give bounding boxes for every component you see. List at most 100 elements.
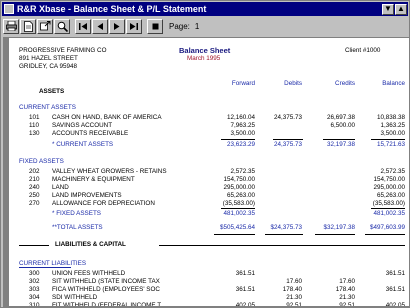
account-number: 240 xyxy=(29,184,40,191)
account-description: ACCOUNTS RECEIVABLE xyxy=(52,130,129,137)
total-balance: 481,002.35 xyxy=(373,210,405,217)
account-description: MACHINERY & EQUIPMENT xyxy=(52,176,135,183)
last-page-icon xyxy=(130,22,138,30)
amount-balance: 3,500.00 xyxy=(380,130,405,137)
page-label: Page: xyxy=(169,21,190,31)
report-page: PROGRESSIVE FARMING CO 891 HAZEL STREET … xyxy=(9,38,409,306)
account-number: 300 xyxy=(29,270,40,277)
first-page-button[interactable] xyxy=(75,18,91,34)
amount-debits: 178.40 xyxy=(282,286,302,293)
title-bar[interactable]: R&R Xbase - Balance Sheet & P/L Statemen… xyxy=(2,2,408,16)
amount-forward: 7,963.25 xyxy=(230,122,255,129)
total-label: * FIXED ASSETS xyxy=(52,210,101,217)
page-setup-button[interactable] xyxy=(20,18,36,34)
amount-debits: 17.60 xyxy=(286,278,302,285)
amount-credits: 92.51 xyxy=(339,302,355,306)
account-number: 304 xyxy=(29,294,40,301)
amount-credits: 26,697.38 xyxy=(326,114,355,121)
account-description: LAND IMPROVEMENTS xyxy=(52,192,122,199)
account-description: LAND xyxy=(52,184,69,191)
amount-balance: 10,838.38 xyxy=(376,114,405,121)
amount-balance: 295,000.00 xyxy=(373,184,405,191)
amount-balance: 1,363.25 xyxy=(380,122,405,129)
maximize-button[interactable]: ▲ xyxy=(395,3,407,15)
account-description: FIT WITHHELD (FEDERAL INCOME T xyxy=(52,302,162,306)
stop-icon xyxy=(152,23,158,29)
col-balance: Balance xyxy=(382,80,405,87)
magnifier-icon xyxy=(57,21,68,32)
account-description: ALLOWANCE FOR DEPRECIATION xyxy=(52,200,155,207)
total-balance: 15,721.63 xyxy=(376,141,405,148)
account-number: 250 xyxy=(29,192,40,199)
client-number: Client #1000 xyxy=(345,47,381,54)
company-name: PROGRESSIVE FARMING CO xyxy=(19,47,107,54)
report-viewport[interactable]: PROGRESSIVE FARMING CO 891 HAZEL STREET … xyxy=(3,37,409,307)
next-page-button[interactable] xyxy=(109,18,125,34)
account-description: UNION FEES WITHHELD xyxy=(52,270,126,277)
amount-forward: 3,500.00 xyxy=(230,130,255,137)
account-number: 310 xyxy=(29,302,40,306)
account-number: 303 xyxy=(29,286,40,293)
printer-icon xyxy=(5,21,17,31)
total-forward: 481,002.35 xyxy=(223,210,255,217)
next-icon xyxy=(114,22,120,30)
print-button[interactable] xyxy=(3,18,19,34)
amount-forward: 402.05 xyxy=(235,302,255,306)
amount-forward: 361.51 xyxy=(235,270,255,277)
account-description: SDI WITHHELD xyxy=(52,294,98,301)
account-description: VALLEY WHEAT GROWERS - RETAINS xyxy=(52,168,167,175)
page-number: 1 xyxy=(194,21,200,31)
amount-balance: (35,583.00) xyxy=(372,200,405,207)
amount-debits: 24,375.73 xyxy=(273,114,302,121)
minimize-button[interactable]: ▼ xyxy=(382,3,394,15)
export-button[interactable] xyxy=(37,18,53,34)
previous-icon xyxy=(97,22,103,30)
previous-page-button[interactable] xyxy=(92,18,108,34)
col-credits: Credits xyxy=(335,80,355,87)
amount-balance: 2,572.35 xyxy=(380,168,405,175)
account-number: 130 xyxy=(29,130,40,137)
toolbar: Page: 1 xyxy=(2,17,408,35)
amount-credits: 6,500.00 xyxy=(330,122,355,129)
total-label: **TOTAL ASSETS xyxy=(52,224,103,231)
amount-forward: 2,572.35 xyxy=(230,168,255,175)
account-number: 270 xyxy=(29,200,40,207)
col-forward: Forward xyxy=(231,80,255,87)
current-assets-heading: CURRENT ASSETS xyxy=(19,104,76,111)
search-button[interactable] xyxy=(54,18,70,34)
amount-forward: 154,750.00 xyxy=(223,176,255,183)
amount-credits: 21.30 xyxy=(339,294,355,301)
total-debits: 24,375.73 xyxy=(273,141,302,148)
stop-button[interactable] xyxy=(147,18,163,34)
total-balance: $497,603.99 xyxy=(369,224,405,231)
app-icon[interactable] xyxy=(4,4,14,14)
total-debits: $24,375.73 xyxy=(270,224,302,231)
amount-balance: 65,263.00 xyxy=(376,192,405,199)
amount-forward: 361.51 xyxy=(235,286,255,293)
account-number: 110 xyxy=(29,122,40,129)
first-page-icon xyxy=(79,22,87,30)
col-debits: Debits xyxy=(284,80,302,87)
last-page-button[interactable] xyxy=(126,18,142,34)
total-credits: 32,197.38 xyxy=(326,141,355,148)
fixed-assets-heading: FIXED ASSETS xyxy=(19,158,64,165)
current-liabilities-heading: CURRENT LIABILITIES xyxy=(19,260,87,267)
report-period: March 1995 xyxy=(187,55,221,62)
company-address-1: 891 HAZEL STREET xyxy=(19,55,78,62)
total-forward: 23,623.29 xyxy=(226,141,255,148)
amount-balance: 154,750.00 xyxy=(373,176,405,183)
amount-balance: 402.05 xyxy=(385,302,405,306)
amount-forward: 65,263.00 xyxy=(226,192,255,199)
window-title: R&R Xbase - Balance Sheet & P/L Statemen… xyxy=(17,4,207,14)
account-number: 101 xyxy=(29,114,40,121)
account-number: 202 xyxy=(29,168,40,175)
amount-balance: 361.51 xyxy=(385,270,405,277)
amount-debits: 21.30 xyxy=(286,294,302,301)
assets-heading: ASSETS xyxy=(39,88,65,95)
total-label: * CURRENT ASSETS xyxy=(52,141,114,148)
amount-debits: 92.51 xyxy=(286,302,302,306)
amount-forward: (35,583.00) xyxy=(222,200,255,207)
account-description: SIT WITHHELD (STATE INCOME TAX xyxy=(52,278,160,285)
account-description: FICA WITHHELD (EMPLOYEES' SOC xyxy=(52,286,160,293)
account-description: CASH ON HAND, BANK OF AMERICA xyxy=(52,114,162,121)
